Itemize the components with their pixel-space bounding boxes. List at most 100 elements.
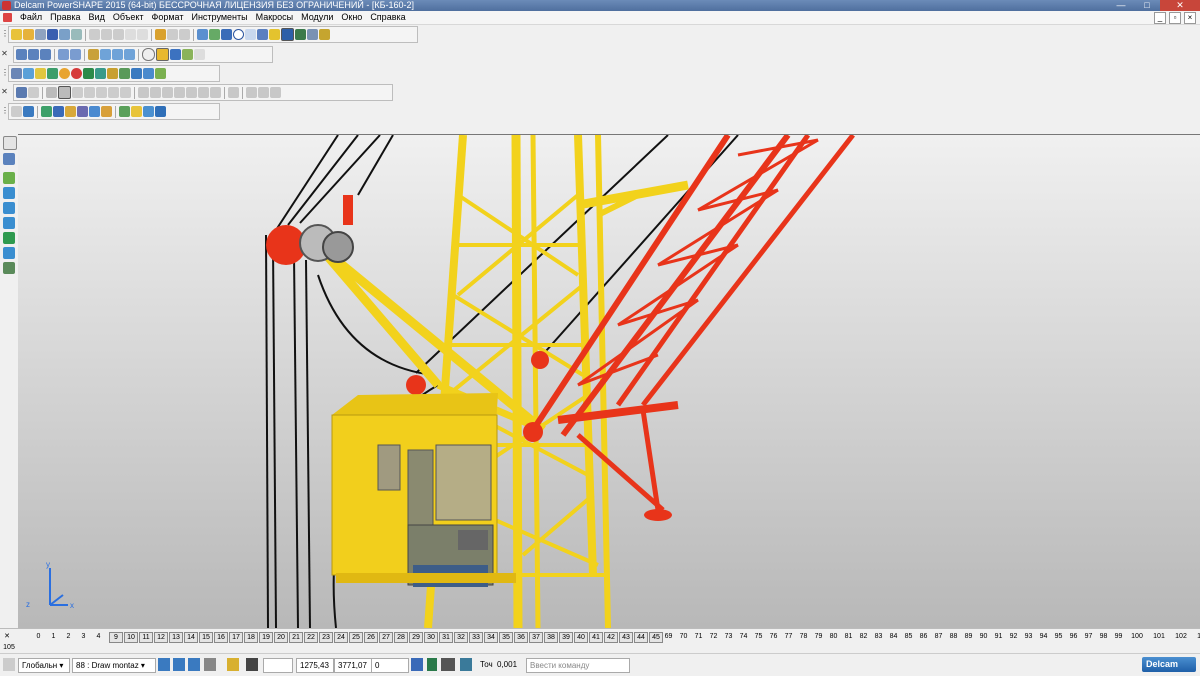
level-button[interactable]: 21 — [289, 632, 303, 643]
level-button[interactable]: 91 — [994, 632, 1003, 641]
panel-icon[interactable] — [131, 68, 142, 79]
mesh-tools-icon[interactable] — [3, 217, 15, 229]
close-button[interactable]: ✕ — [1160, 0, 1200, 11]
level-button[interactable]: 31 — [439, 632, 453, 643]
level-button[interactable]: 25 — [349, 632, 363, 643]
level-button[interactable]: 84 — [889, 632, 898, 641]
lasso-icon[interactable] — [221, 29, 232, 40]
solid-hole-icon[interactable] — [96, 87, 107, 98]
zoom-out-icon[interactable] — [112, 49, 123, 60]
level-button[interactable]: 13 — [169, 632, 183, 643]
electrode-tools-icon[interactable] — [3, 262, 15, 274]
solid-extrude-icon[interactable] — [72, 87, 83, 98]
level-button[interactable]: 37 — [529, 632, 543, 643]
view-side-icon[interactable] — [40, 49, 51, 60]
boolean-int-icon[interactable] — [162, 87, 173, 98]
level-button[interactable]: 0 — [34, 632, 43, 641]
level-button[interactable]: 88 — [949, 632, 958, 641]
delete-icon[interactable] — [137, 29, 148, 40]
mdi-restore-button[interactable]: ▫ — [1169, 12, 1181, 24]
drawing-view-icon[interactable] — [28, 87, 39, 98]
level-button[interactable]: 43 — [619, 632, 633, 643]
level-button[interactable]: 32 — [454, 632, 468, 643]
app-icon[interactable] — [2, 1, 11, 10]
solid-shell-icon[interactable] — [120, 87, 131, 98]
replay-icon[interactable] — [258, 87, 269, 98]
level-button[interactable]: 12 — [154, 632, 168, 643]
arrow-icon[interactable] — [83, 68, 94, 79]
lights-icon[interactable] — [182, 49, 193, 60]
menu-item[interactable]: Окно — [337, 11, 366, 24]
level-button[interactable]: 102 — [1173, 632, 1189, 641]
x-coordinate[interactable]: 1275,43 — [296, 658, 334, 673]
level-button[interactable]: 11 — [139, 632, 153, 643]
level-button[interactable]: 15 — [199, 632, 213, 643]
pick-icon[interactable] — [209, 29, 220, 40]
level-button[interactable]: 29 — [409, 632, 423, 643]
level-button[interactable]: 80 — [829, 632, 838, 641]
annotation-tools-icon[interactable] — [3, 247, 15, 259]
shading-icon[interactable] — [156, 48, 169, 61]
component-move-icon[interactable] — [89, 106, 100, 117]
level-button[interactable]: 96 — [1069, 632, 1078, 641]
material-icon[interactable] — [71, 68, 82, 79]
wireframe-tools-icon[interactable] — [3, 172, 15, 184]
solid-cut-icon[interactable] — [108, 87, 119, 98]
document-icon[interactable] — [3, 13, 12, 22]
level-button[interactable]: 28 — [394, 632, 408, 643]
level-button[interactable]: 36 — [514, 632, 528, 643]
paste-icon[interactable] — [113, 29, 124, 40]
level-icon[interactable] — [11, 68, 22, 79]
insert-component-icon[interactable] — [41, 106, 52, 117]
level-button[interactable]: 76 — [769, 632, 778, 641]
minimize-button[interactable]: — — [1108, 0, 1134, 11]
boolean-sub-icon[interactable] — [150, 87, 161, 98]
collision-icon[interactable] — [143, 106, 154, 117]
component-explode-icon[interactable] — [77, 106, 88, 117]
line-icon[interactable] — [245, 29, 256, 40]
solid-blend-icon[interactable] — [46, 87, 57, 98]
menu-item[interactable]: Инструменты — [187, 11, 251, 24]
document-icon[interactable] — [23, 68, 34, 79]
open-file-icon[interactable] — [23, 29, 34, 40]
menu-item[interactable]: Вид — [85, 11, 109, 24]
level-button[interactable]: 42 — [604, 632, 618, 643]
relationship-icon[interactable] — [119, 106, 130, 117]
print-icon[interactable] — [59, 29, 70, 40]
selection-filter-icon[interactable] — [269, 29, 280, 40]
section-icon[interactable] — [155, 106, 166, 117]
view-iso2-icon[interactable] — [70, 49, 81, 60]
component-icon[interactable] — [11, 106, 22, 117]
level-button[interactable]: 3 — [79, 632, 88, 641]
shaded-icon[interactable] — [281, 28, 294, 41]
level-overflow[interactable]: 105 — [2, 643, 16, 652]
level-button[interactable]: 19 — [259, 632, 273, 643]
level-button[interactable]: 40 — [574, 632, 588, 643]
toolbar-grip[interactable]: ⋮ — [1, 28, 9, 39]
level-button[interactable]: 72 — [709, 632, 718, 641]
level-button[interactable]: 69 — [664, 632, 673, 641]
wireframe-icon[interactable] — [170, 49, 181, 60]
component-library-icon[interactable] — [65, 106, 76, 117]
level-button[interactable]: 73 — [724, 632, 733, 641]
mdi-minimize-button[interactable]: _ — [1154, 12, 1166, 24]
new-file-icon[interactable] — [11, 29, 22, 40]
level-button[interactable]: 34 — [484, 632, 498, 643]
solid-icon[interactable] — [47, 68, 58, 79]
level-button[interactable]: 92 — [1009, 632, 1018, 641]
level-button[interactable]: 87 — [934, 632, 943, 641]
level-button[interactable]: 44 — [634, 632, 648, 643]
coordinate-input-icon[interactable] — [411, 658, 423, 671]
level-button[interactable]: 89 — [964, 632, 973, 641]
import-icon[interactable] — [71, 29, 82, 40]
globe-icon[interactable] — [142, 48, 155, 61]
mirror-icon[interactable] — [228, 87, 239, 98]
redo-icon[interactable] — [167, 29, 178, 40]
render-icon[interactable] — [307, 29, 318, 40]
level-button[interactable]: 24 — [334, 632, 348, 643]
undo-icon[interactable] — [155, 29, 166, 40]
select-mode-icon[interactable] — [3, 136, 17, 150]
level-button[interactable]: 18 — [244, 632, 258, 643]
level-button[interactable]: 77 — [784, 632, 793, 641]
general-edit-icon[interactable] — [3, 153, 15, 165]
